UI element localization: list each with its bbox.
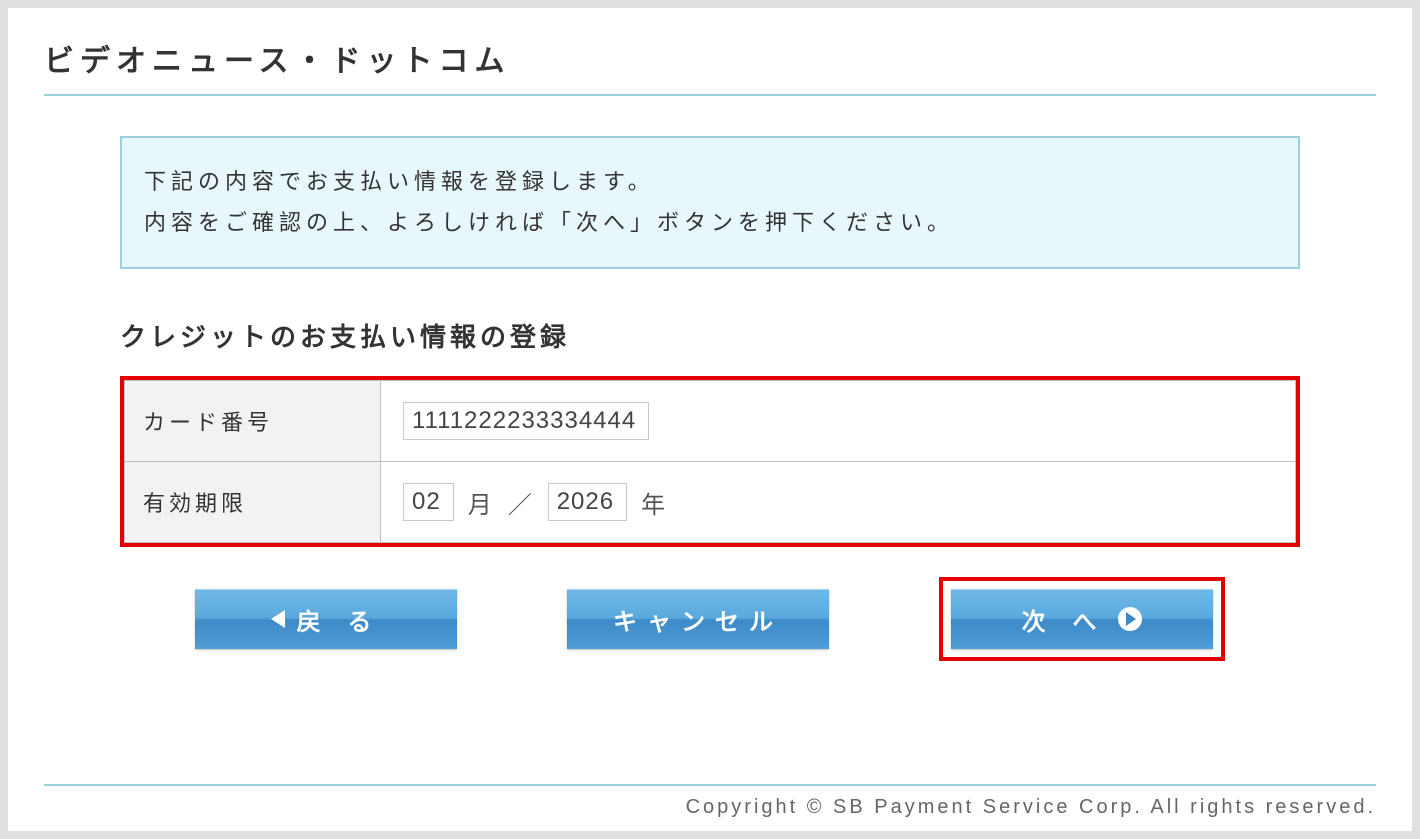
expiry-row: 02 月 ／ 2026 年	[403, 483, 1273, 521]
cancel-button-label: キャンセル	[613, 602, 783, 637]
triangle-right-icon	[1118, 607, 1142, 631]
buttons-row: 戻 る キャンセル 次 へ	[120, 577, 1300, 661]
expiry-month-value: 02	[403, 483, 454, 521]
info-box: 下記の内容でお支払い情報を登録します。 内容をご確認の上、よろしければ「次へ」ボ…	[120, 136, 1300, 269]
form-table-highlight: カード番号 1111222233334444 有効期限 02 月 ／ 2026 …	[120, 376, 1300, 547]
cancel-button[interactable]: キャンセル	[567, 589, 829, 649]
form-table: カード番号 1111222233334444 有効期限 02 月 ／ 2026 …	[124, 380, 1296, 543]
expiry-separator: ／	[508, 485, 534, 520]
expiry-year-value: 2026	[548, 483, 627, 521]
content-area: 下記の内容でお支払い情報を登録します。 内容をご確認の上、よろしければ「次へ」ボ…	[120, 136, 1300, 784]
info-line-1: 下記の内容でお支払い情報を登録します。	[144, 162, 1276, 203]
expiry-year-unit: 年	[641, 485, 667, 520]
row-expiry: 有効期限 02 月 ／ 2026 年	[125, 462, 1296, 543]
next-button-highlight: 次 へ	[939, 577, 1225, 661]
site-title: ビデオニュース・ドットコム	[44, 36, 1376, 80]
back-button-label: 戻 る	[297, 602, 382, 637]
footer-copyright: Copyright © SB Payment Service Corp. All…	[44, 796, 1376, 819]
cell-expiry: 02 月 ／ 2026 年	[381, 462, 1296, 543]
card-number-value: 1111222233334444	[403, 402, 649, 440]
info-line-2: 内容をご確認の上、よろしければ「次へ」ボタンを押下ください。	[144, 203, 1276, 244]
footer-divider	[44, 784, 1376, 786]
cell-card-number: 1111222233334444	[381, 381, 1296, 462]
next-button-label: 次 へ	[1022, 602, 1107, 637]
label-card-number: カード番号	[125, 381, 381, 462]
back-button[interactable]: 戻 る	[195, 589, 457, 649]
row-card-number: カード番号 1111222233334444	[125, 381, 1296, 462]
title-divider	[44, 94, 1376, 96]
section-title: クレジットのお支払い情報の登録	[120, 317, 1300, 354]
next-button[interactable]: 次 へ	[951, 589, 1213, 649]
triangle-left-icon	[271, 610, 285, 628]
expiry-month-unit: 月	[468, 485, 494, 520]
label-expiry: 有効期限	[125, 462, 381, 543]
page-container: ビデオニュース・ドットコム 下記の内容でお支払い情報を登録します。 内容をご確認…	[8, 8, 1412, 831]
